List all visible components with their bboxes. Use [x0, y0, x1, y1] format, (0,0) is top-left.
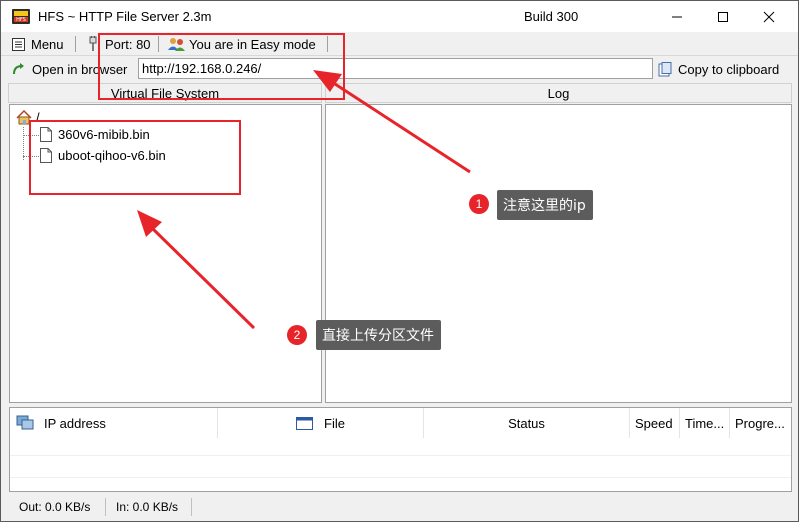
minimize-icon	[672, 16, 682, 17]
annotation-callout-1: 注意这里的ip	[497, 190, 593, 220]
copy-to-clipboard-button[interactable]: Copy to clipboard	[658, 60, 779, 78]
log-panel[interactable]	[325, 104, 792, 403]
highlight-box-url	[98, 33, 345, 100]
status-divider	[191, 498, 192, 516]
maximize-icon	[718, 11, 728, 22]
column-header-status[interactable]: Status	[424, 408, 630, 438]
menu-label: Menu	[31, 36, 64, 52]
annotation-callout-2: 直接上传分区文件	[316, 320, 441, 350]
clipboard-icon	[658, 61, 672, 76]
network-icon	[16, 415, 34, 430]
column-header-label: Status	[508, 415, 545, 431]
minimize-button[interactable]	[654, 1, 700, 32]
column-header-label: IP address	[44, 415, 106, 431]
column-header-progress[interactable]: Progre...	[730, 408, 791, 438]
maximize-button[interactable]	[700, 1, 746, 32]
copy-to-clipboard-label: Copy to clipboard	[678, 61, 780, 77]
column-header-ip[interactable]: IP address	[10, 408, 218, 438]
out-speed-status: Out: 0.0 KB/s	[19, 500, 91, 514]
column-header-time[interactable]: Time...	[680, 408, 730, 438]
build-label: Build 300	[524, 9, 579, 24]
menu-icon	[12, 37, 25, 51]
row-divider	[10, 455, 791, 456]
window-title: HFS ~ HTTP File Server 2.3m	[38, 9, 212, 24]
toolbar-divider	[75, 36, 76, 52]
column-header-label: Speed	[635, 415, 673, 431]
connections-list[interactable]: IP address File Status Speed Time... Pro…	[9, 407, 792, 492]
in-speed-status: In: 0.0 KB/s	[116, 500, 179, 514]
hfs-app-icon: HFS	[12, 9, 30, 24]
column-header-label: File	[324, 415, 345, 431]
open-browser-arrow-icon	[13, 63, 24, 75]
menu-button[interactable]: Menu	[12, 35, 64, 53]
column-header-label: Time...	[685, 415, 725, 431]
status-divider	[105, 498, 106, 516]
window-icon	[296, 416, 313, 430]
row-divider	[10, 477, 791, 478]
close-icon	[763, 11, 775, 22]
log-title: Log	[547, 85, 570, 101]
title-bar: HFS HFS ~ HTTP File Server 2.3m Build 30…	[1, 1, 798, 32]
svg-text:HFS: HFS	[16, 17, 26, 23]
annotation-badge-2: 2	[287, 325, 307, 345]
column-header-file[interactable]: File	[218, 408, 424, 438]
annotation-badge-1: 1	[469, 194, 489, 214]
column-header-label: Progre...	[735, 415, 785, 431]
close-button[interactable]	[746, 1, 792, 32]
status-bar: Out: 0.0 KB/s In: 0.0 KB/s	[1, 495, 798, 521]
log-header: Log	[325, 83, 792, 103]
highlight-box-files	[29, 120, 241, 195]
column-header-speed[interactable]: Speed	[630, 408, 680, 438]
